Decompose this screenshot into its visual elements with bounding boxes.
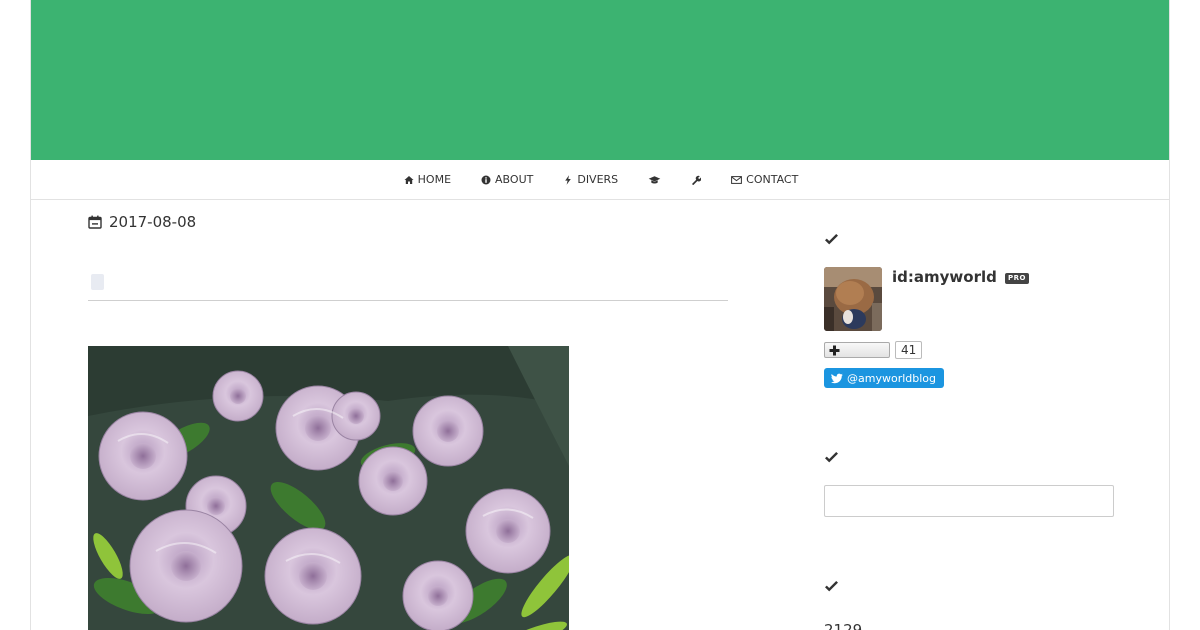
check-icon [825,452,838,463]
nav-item-about[interactable]: ABOUT [481,173,533,186]
post-photo[interactable] [88,346,569,630]
title-placeholder [91,274,104,290]
graduation-cap-icon [648,175,661,184]
search-input[interactable] [824,485,1114,517]
post-title[interactable] [88,272,728,301]
nav-divers-label: DIVERS [577,173,619,186]
subscriber-count[interactable]: 41 [895,341,923,359]
bolt-icon [565,174,572,185]
header-banner[interactable] [31,0,1169,160]
wrench-icon [692,175,702,185]
twitter-follow-button[interactable]: @amyworldblog [824,368,944,388]
check-icon [825,581,838,592]
nav-about-label: ABOUT [495,173,534,186]
global-nav: HOME ABOUT DIVERS CONTACT [31,160,1169,200]
nav-item-home[interactable]: HOME [404,173,451,186]
subscribe-button[interactable] [824,342,890,358]
twitter-handle: @amyworldblog [847,371,937,385]
nav-item-divers[interactable]: DIVERS [563,173,618,186]
plus-icon [829,345,840,356]
nav-item-tools[interactable] [691,175,702,185]
nav-item-education[interactable] [648,175,661,185]
nav-home-label: HOME [417,173,452,186]
user-avatar-photo [824,267,882,331]
nav-item-contact[interactable]: CONTACT [731,173,798,186]
info-circle-icon [481,175,491,184]
check-icon [825,234,838,245]
home-icon [404,175,414,184]
nav-contact-label: CONTACT [746,173,799,186]
calendar-icon [88,215,102,229]
envelope-icon [731,175,743,184]
user-id[interactable]: id:amyworld [892,268,997,286]
post-date: 2017-08-08 [88,213,196,231]
post-date-text: 2017-08-08 [109,213,197,231]
avatar[interactable] [824,267,882,331]
pro-badge: PRO [1005,273,1029,284]
access-counter: 2129 [824,621,863,630]
lavender-roses-photo [88,346,569,630]
twitter-bird-icon [831,373,843,383]
page-container: HOME ABOUT DIVERS CONTACT 2017-08-08 id:… [30,0,1170,630]
